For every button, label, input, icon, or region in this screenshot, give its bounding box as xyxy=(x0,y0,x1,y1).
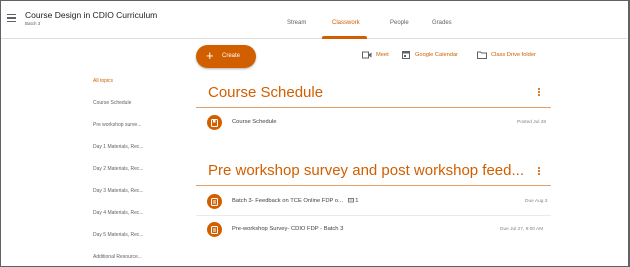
item-due-date: Due Aug 3 xyxy=(525,199,548,204)
topic-course-schedule[interactable]: Course Schedule xyxy=(93,100,131,106)
top-app-bar: Course Design in CDIO Curriculum Batch 3… xyxy=(1,1,627,39)
plus-icon: + xyxy=(206,48,214,63)
item-due-date: Due Jul 27, 9:00 AM xyxy=(500,227,544,232)
section-divider xyxy=(196,185,551,186)
class-drive-folder-link[interactable]: Class Drive folder xyxy=(491,52,536,58)
menu-icon[interactable] xyxy=(7,14,16,22)
item-title-course-schedule[interactable]: Course Schedule xyxy=(232,119,276,125)
meet-link[interactable]: Meet xyxy=(376,52,389,58)
topic-day-4-materials[interactable]: Day 4 Materials, Rec... xyxy=(93,210,144,216)
tab-stream[interactable]: Stream xyxy=(287,20,306,26)
tab-people[interactable]: People xyxy=(390,20,409,26)
comment-icon xyxy=(347,198,354,203)
section-title-pre-workshop-survey: Pre workshop survey and post workshop fe… xyxy=(208,162,524,179)
folder-icon[interactable] xyxy=(477,51,487,59)
topic-additional-resources[interactable]: Additional Resource... xyxy=(93,254,142,260)
google-calendar-link[interactable]: Google Calendar xyxy=(415,52,458,58)
material-icon xyxy=(207,115,222,130)
tab-classwork[interactable]: Classwork xyxy=(332,20,360,26)
active-tab-indicator xyxy=(322,36,367,39)
item-title-feedback-text: Batch 3- Feedback on TCE Online FDP o... xyxy=(232,198,343,205)
section-divider xyxy=(196,107,551,108)
topic-day-3-materials[interactable]: Day 3 Materials, Rec... xyxy=(93,188,144,194)
course-title[interactable]: Course Design in CDIO Curriculum xyxy=(25,10,157,20)
topic-pre-workshop-survey[interactable]: Pre workshop surve... xyxy=(93,122,141,128)
section-more-options-icon[interactable] xyxy=(538,88,541,98)
topic-all-topics[interactable]: All topics xyxy=(93,78,113,84)
topic-day-2-materials[interactable]: Day 2 Materials, Rec... xyxy=(93,166,144,172)
topic-day-1-materials[interactable]: Day 1 Materials, Rec... xyxy=(93,144,144,150)
course-subtitle: Batch 3 xyxy=(25,21,41,26)
row-divider xyxy=(196,215,551,216)
item-posted-date: Posted Jul 28 xyxy=(517,120,547,125)
tab-grades[interactable]: Grades xyxy=(432,20,452,26)
topic-day-5-materials[interactable]: Day 5 Materials, Rec... xyxy=(93,232,144,238)
item-title-feedback[interactable]: Batch 3- Feedback on TCE Online FDP o...… xyxy=(232,198,358,204)
item-title-pre-workshop-survey[interactable]: Pre-workshop Survey- CDIO FDP - Batch 3 xyxy=(232,226,343,232)
create-button-label: Create xyxy=(222,53,241,59)
create-button[interactable]: + Create xyxy=(196,45,256,68)
comment-count: 1 xyxy=(355,198,359,205)
calendar-icon[interactable] xyxy=(402,50,410,59)
section-more-options-icon[interactable] xyxy=(538,167,541,177)
assignment-icon xyxy=(207,194,222,209)
video-camera-icon[interactable] xyxy=(362,51,372,59)
section-title-course-schedule: Course Schedule xyxy=(208,84,324,101)
assignment-icon xyxy=(207,222,222,237)
